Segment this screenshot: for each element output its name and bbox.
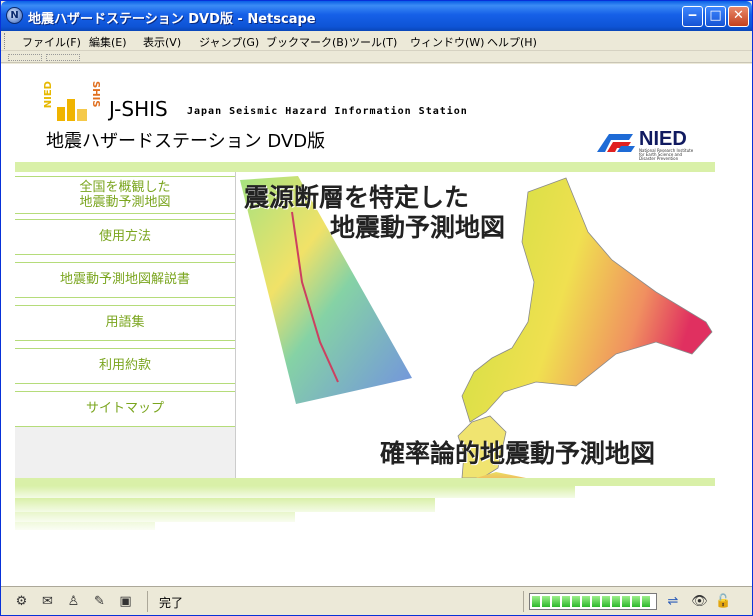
menu-help[interactable]: ヘルプ(H) xyxy=(487,34,537,50)
status-text: 完了 xyxy=(159,596,184,610)
privacy-eye-icon[interactable]: 👁 xyxy=(691,593,708,610)
menu-window[interactable]: ウィンドウ(W) xyxy=(410,34,484,50)
footer-fade-band xyxy=(15,486,575,498)
menu-view[interactable]: 表示(V) xyxy=(143,34,181,50)
collapsed-toolbar-handle[interactable] xyxy=(8,54,42,61)
menu-jump[interactable]: ジャンプ(G) xyxy=(199,34,259,50)
page-content: NIED SHIS J-SHIS Japan Seismic Hazard In… xyxy=(1,64,752,586)
menu-grip-handle[interactable] xyxy=(4,33,7,49)
maximize-button[interactable]: □ xyxy=(705,6,726,27)
browser-window: N 地震ハザードステーション DVD版 - Netscape ‒ □ ✕ ファイ… xyxy=(0,0,753,616)
nav-empty-area xyxy=(15,427,235,478)
title-bar[interactable]: N 地震ハザードステーション DVD版 - Netscape ‒ □ ✕ xyxy=(1,1,752,31)
nav-item-label: 全国を概観した xyxy=(79,180,171,195)
brand-name: J-SHIS xyxy=(109,97,168,121)
nav-item-usage[interactable]: 使用方法 xyxy=(15,219,235,255)
status-separator xyxy=(147,591,148,612)
logo-bar xyxy=(67,99,75,121)
mail-icon[interactable]: ✉ xyxy=(39,593,56,610)
menu-file[interactable]: ファイル(F) xyxy=(22,34,81,50)
footer-divider-bar xyxy=(15,478,715,486)
menu-tools[interactable]: ツール(T) xyxy=(349,34,397,50)
status-bar: ⚙ ✉ ♙ ✎ ▣ 完了 ⇌ 👁 🔓 xyxy=(1,586,752,615)
menu-bookmarks[interactable]: ブックマーク(B) xyxy=(266,34,348,50)
nied-logo-caption: National Research Institute for Earth Sc… xyxy=(639,148,694,161)
nav-item-sitemap[interactable]: サイトマップ xyxy=(15,391,235,427)
nav-item-overview-map[interactable]: 全国を概観した 地震動予測地図 xyxy=(15,176,235,214)
netscape-app-icon: N xyxy=(6,7,23,24)
security-lock-icon[interactable]: 🔓 xyxy=(715,593,732,610)
collapsed-toolbar-strip xyxy=(1,52,752,63)
nav-item-terms[interactable]: 利用約款 xyxy=(15,348,235,384)
logo-bar xyxy=(77,109,87,121)
logo-bar xyxy=(57,107,65,121)
nied-swoosh-icon xyxy=(597,134,635,152)
page-load-progress xyxy=(529,593,657,610)
status-separator xyxy=(523,591,524,612)
jshis-logo: NIED SHIS xyxy=(43,79,103,125)
close-button[interactable]: ✕ xyxy=(728,6,749,27)
header-divider-bar xyxy=(15,162,715,172)
menu-edit[interactable]: 編集(E) xyxy=(89,34,127,50)
addressbook-icon[interactable]: ▣ xyxy=(117,593,134,610)
navigator-icon[interactable]: ⚙ xyxy=(13,593,30,610)
minimize-button[interactable]: ‒ xyxy=(682,6,703,27)
logo-shis-text: SHIS xyxy=(90,81,101,108)
footer-fade-band xyxy=(15,522,155,530)
edit-icon[interactable]: ✎ xyxy=(91,593,108,610)
menu-bar: ファイル(F) 編集(E) 表示(V) ジャンプ(G) ブックマーク(B) ツー… xyxy=(1,31,752,51)
hero-heading-line2: 地震動予測地図 xyxy=(330,213,506,242)
window-title: 地震ハザードステーション DVD版 - Netscape xyxy=(28,12,316,27)
nav-item-label: 地震動予測地図 xyxy=(79,195,171,210)
collapsed-toolbar-handle[interactable] xyxy=(46,54,80,61)
nav-item-map-guide[interactable]: 地震動予測地図解説書 xyxy=(15,262,235,298)
online-connection-icon[interactable]: ⇌ xyxy=(661,593,685,610)
brand-subtitle: Japan Seismic Hazard Information Station xyxy=(187,106,468,117)
composer-icon[interactable]: ♙ xyxy=(65,593,82,610)
hero-image[interactable]: 震源断層を特定した 地震動予測地図 確率論的地震動予測地図 xyxy=(236,172,715,478)
footer-fade-band xyxy=(15,512,295,522)
nied-logo[interactable]: NIED National Research Institute for Ear… xyxy=(595,128,695,161)
nav-item-glossary[interactable]: 用語集 xyxy=(15,305,235,341)
page-title: 地震ハザードステーション DVD版 xyxy=(46,131,326,152)
logo-nied-text: NIED xyxy=(43,81,54,109)
hero-heading-line3: 確率論的地震動予測地図 xyxy=(380,439,656,468)
footer-fade-band xyxy=(15,498,435,512)
